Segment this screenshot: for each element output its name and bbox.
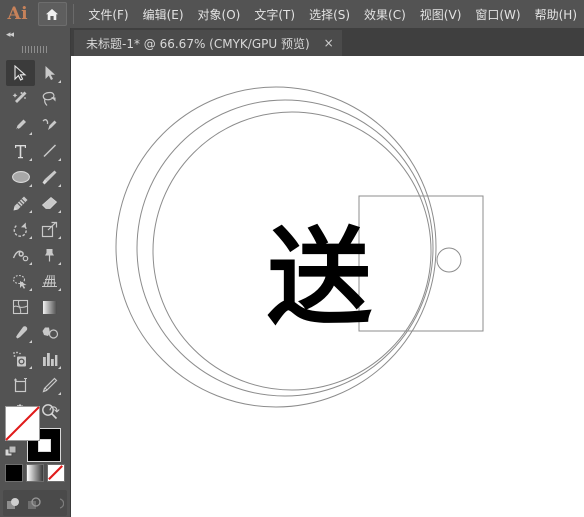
home-button[interactable] — [37, 2, 68, 26]
scale-tool[interactable] — [35, 216, 64, 242]
collapse-panel-button[interactable]: ◂◂ — [0, 28, 70, 42]
shaper-tool[interactable] — [6, 190, 35, 216]
menu-item-effect[interactable]: 效果(C) — [357, 3, 413, 26]
artboard-icon — [14, 377, 27, 393]
draw-behind-icon — [28, 496, 42, 509]
default-fill-stroke-icon[interactable] — [5, 446, 17, 458]
gradient-button[interactable] — [26, 464, 44, 482]
selection-arrow-icon — [14, 65, 27, 81]
paintbrush-icon — [42, 170, 57, 184]
curvature-tool[interactable] — [35, 112, 64, 138]
shape-builder-icon — [12, 274, 26, 289]
menu-item-edit[interactable]: 编辑(E) — [136, 3, 191, 26]
color-mode-buttons — [5, 464, 65, 490]
width-icon — [12, 250, 28, 262]
swap-fill-stroke-icon[interactable]: ↷ — [49, 404, 60, 419]
symbol-sprayer-icon — [13, 351, 26, 366]
eraser-icon — [41, 196, 58, 209]
line-segment-tool[interactable] — [35, 138, 64, 164]
lasso-tool[interactable] — [35, 86, 64, 112]
document-tab-title: 未标题-1* @ 66.67% (CMYK/GPU 预览) — [86, 36, 310, 51]
menu-item-help[interactable]: 帮助(H) — [528, 3, 584, 26]
menu-item-window[interactable]: 窗口(W) — [468, 3, 527, 26]
tool-grid — [6, 60, 64, 424]
menu-item-type[interactable]: 文字(T) — [247, 3, 302, 26]
pushpin-icon — [45, 249, 54, 262]
perspective-grid-tool[interactable] — [35, 268, 64, 294]
hole-circle — [436, 247, 462, 273]
type-icon — [15, 144, 26, 158]
line-icon — [42, 144, 56, 158]
none-button[interactable] — [47, 464, 65, 482]
mesh-icon — [12, 299, 29, 315]
free-transform-tool[interactable] — [35, 242, 64, 268]
magic-wand-tool[interactable] — [6, 86, 35, 112]
menu-item-file[interactable]: 文件(F) — [81, 3, 135, 26]
artwork-glyph: 送 — [267, 217, 373, 339]
pen-tool[interactable] — [6, 112, 35, 138]
draw-inside-icon — [59, 497, 64, 509]
direct-selection-tool[interactable] — [35, 60, 64, 86]
gradient-tool[interactable] — [35, 294, 64, 320]
magic-wand-icon — [12, 91, 27, 103]
symbol-sprayer-tool[interactable] — [6, 346, 35, 372]
ellipse-tool[interactable] — [6, 164, 35, 190]
rotate-tool[interactable] — [6, 216, 35, 242]
eraser-tool[interactable] — [35, 190, 64, 216]
type-tool[interactable] — [6, 138, 35, 164]
app-logo: Ai — [7, 4, 29, 24]
drawing-mode-behind[interactable] — [26, 494, 44, 512]
artboard-tool[interactable] — [6, 372, 35, 398]
document-tab[interactable]: 未标题-1* @ 66.67% (CMYK/GPU 预览) × — [74, 30, 342, 56]
color-button[interactable] — [5, 464, 23, 482]
none-slash-small-icon — [48, 465, 63, 480]
pencil-icon — [13, 196, 28, 210]
bar-chart-icon — [42, 352, 57, 366]
perspective-grid-icon — [42, 274, 57, 287]
document-canvas[interactable]: 送 — [71, 56, 584, 517]
draw-normal-icon — [7, 497, 20, 509]
tab-rectangle — [358, 195, 484, 332]
curvature-pen-icon — [42, 119, 57, 130]
drawing-mode-normal[interactable] — [5, 494, 23, 512]
blend-icon — [42, 327, 58, 339]
fill-swatch[interactable] — [5, 406, 40, 441]
scale-icon — [41, 221, 58, 237]
column-graph-tool[interactable] — [35, 346, 64, 372]
none-slash-icon — [5, 406, 40, 441]
menu-item-select[interactable]: 选择(S) — [302, 3, 357, 26]
document-tab-bar: 未标题-1* @ 66.67% (CMYK/GPU 预览) × — [70, 28, 584, 56]
gradient-icon — [42, 300, 57, 314]
menu-item-object[interactable]: 对象(O) — [191, 3, 248, 26]
paintbrush-tool[interactable] — [35, 164, 64, 190]
menu-bar: Ai 文件(F) 编辑(E) 对象(O) 文字(T) 选择(S) 效果(C) 视… — [0, 0, 584, 28]
selection-tool[interactable] — [6, 60, 35, 86]
home-icon — [46, 8, 59, 20]
close-icon[interactable]: × — [324, 37, 334, 49]
menu-item-view[interactable]: 视图(V) — [413, 3, 469, 26]
mesh-tool[interactable] — [6, 294, 35, 320]
drawing-mode-buttons — [3, 490, 67, 516]
drawing-mode-inside[interactable] — [47, 494, 65, 512]
shape-builder-tool[interactable] — [6, 268, 35, 294]
tools-panel: ◂◂ ↷ — [0, 28, 71, 517]
slice-knife-icon — [42, 377, 58, 392]
direct-selection-arrow-icon — [45, 66, 55, 80]
fill-stroke-swatches: ↷ — [5, 404, 65, 462]
menu-separator — [73, 4, 75, 24]
panel-grip[interactable] — [0, 42, 70, 56]
illustrator-window: Ai 文件(F) 编辑(E) 对象(O) 文字(T) 选择(S) 效果(C) 视… — [0, 0, 584, 517]
blend-tool[interactable] — [35, 320, 64, 346]
pen-icon — [15, 119, 26, 131]
rotate-icon — [13, 222, 27, 237]
width-tool[interactable] — [6, 242, 35, 268]
lasso-icon — [42, 91, 56, 106]
eyedropper-icon — [15, 326, 27, 339]
slice-tool[interactable] — [35, 372, 64, 398]
ellipse-icon — [11, 171, 30, 183]
eyedropper-tool[interactable] — [6, 320, 35, 346]
